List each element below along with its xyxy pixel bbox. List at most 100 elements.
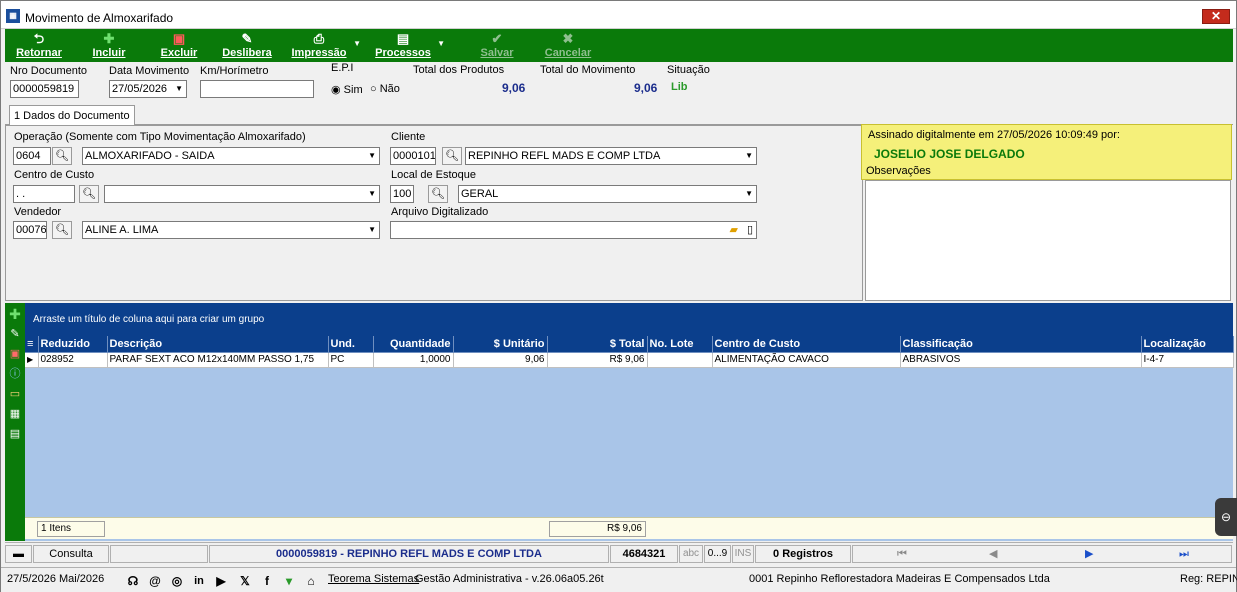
col-no-lote[interactable]: No. Lote	[647, 336, 713, 353]
cliente-search-button[interactable]: 🔍︎	[442, 147, 462, 165]
search-icon: 🔍︎	[55, 150, 69, 162]
total-movimento-value: 9,06	[634, 81, 658, 95]
salvar-button[interactable]: ✔ Salvar	[475, 29, 519, 62]
centro-custo-select[interactable]: ▼	[104, 185, 380, 203]
instagram-icon[interactable]: ◎	[169, 573, 185, 589]
cliente-select[interactable]: REPINHO REFL MADS E COMP LTDA ▼	[465, 147, 757, 165]
operacao-value: ALMOXARIFADO - SAIDA	[85, 150, 215, 162]
operacao-search-button[interactable]: 🔍︎	[52, 147, 72, 165]
status-registros: 0 Registros	[755, 545, 851, 563]
row-indicator-header[interactable]: ≡	[25, 336, 39, 353]
plus-icon: ✚	[103, 31, 115, 46]
arrow-logo-icon[interactable]: ▾	[281, 573, 297, 589]
centro-custo-search-button[interactable]: 🔍︎	[79, 185, 99, 203]
arquivo-field[interactable]: ▰ ▯	[390, 221, 757, 239]
local-estoque-search-button[interactable]: 🔍︎	[428, 185, 448, 203]
folder-icon[interactable]: ▰	[730, 222, 738, 238]
local-estoque-code-field[interactable]: 100	[390, 185, 414, 203]
centro-custo-code-field[interactable]: . .	[13, 185, 75, 203]
observacoes-field[interactable]	[865, 180, 1231, 301]
version-text: Gestão Administrativa - v.26.06a05.26t	[415, 573, 604, 585]
operacao-select[interactable]: ALMOXARIFADO - SAIDA ▼	[82, 147, 380, 165]
edit-item-icon[interactable]: ✎	[8, 327, 22, 341]
incluir-button[interactable]: ✚ Incluir	[85, 29, 133, 62]
document-panel: Operação (Somente com Tipo Movimentação …	[5, 125, 863, 301]
local-estoque-value: GERAL	[461, 188, 499, 200]
cell-reduzido[interactable]: 028952	[38, 352, 108, 368]
col-localizacao[interactable]: Localização	[1141, 336, 1234, 353]
processos-button[interactable]: ▤ Processos ▼	[373, 29, 445, 62]
email-icon[interactable]: @	[147, 573, 163, 589]
status-ins: INS	[732, 545, 754, 563]
tab-dados-documento[interactable]: 1 Dados do Documento	[9, 105, 135, 125]
col-quantidade[interactable]: Quantidade	[373, 336, 454, 353]
linkedin-icon[interactable]: in	[191, 573, 207, 589]
col-unitario[interactable]: $ Unitário	[453, 336, 548, 353]
situacao-value: Lib	[671, 81, 688, 93]
headset-icon[interactable]: ☊	[125, 573, 141, 589]
cell-total[interactable]: R$ 9,06	[547, 352, 648, 368]
arquivo-label: Arquivo Digitalizado	[391, 206, 489, 218]
cell-classificacao[interactable]: ABRASIVOS	[900, 352, 1142, 368]
document-icon[interactable]: ▯	[747, 222, 753, 238]
col-reduzido[interactable]: Reduzido	[38, 336, 108, 353]
info-icon[interactable]: ⓘ	[8, 367, 22, 381]
excluir-button[interactable]: ▣ Excluir	[155, 29, 203, 62]
data-movimento-value: 27/05/2026	[112, 83, 168, 95]
next-record-icon[interactable]: ▶	[1085, 546, 1093, 562]
epi-sim-radio[interactable]: ◉ Sim	[331, 83, 363, 96]
total-produtos-label: Total dos Produtos	[413, 64, 505, 76]
last-record-icon[interactable]: ⏭	[1179, 546, 1189, 562]
delete-item-icon[interactable]: ▣	[8, 347, 22, 361]
cell-unitario[interactable]: 9,06	[453, 352, 548, 368]
search-icon: 🔍︎	[431, 188, 445, 200]
items-grid: Arraste um título de coluna aqui para cr…	[25, 303, 1234, 541]
retornar-button[interactable]: ⮌ Retornar	[11, 29, 67, 62]
col-total[interactable]: $ Total	[547, 336, 648, 353]
cliente-code-field[interactable]: 0000101	[390, 147, 436, 165]
vendedor-value: ALINE A. LIMA	[85, 224, 159, 236]
operacao-code-field[interactable]: 0604	[13, 147, 51, 165]
side-panel-toggle[interactable]: ⊖	[1215, 498, 1237, 536]
graduation-cap-icon[interactable]: ⌂	[303, 573, 319, 589]
cell-und[interactable]: PC	[328, 352, 374, 368]
previous-record-icon[interactable]: ◀	[989, 546, 997, 562]
cell-no-lote[interactable]	[647, 352, 713, 368]
close-button[interactable]: ✕	[1202, 9, 1230, 24]
vendedor-code-field[interactable]: 00076	[13, 221, 47, 239]
table-row[interactable]: ▶ 028952 PARAF SEXT ACO M12x140MM PASSO …	[25, 352, 1234, 368]
app-icon: ▦	[6, 9, 20, 23]
impressao-button[interactable]: ⎙ Impressão ▼	[289, 29, 361, 62]
col-classificacao[interactable]: Classificação	[900, 336, 1142, 353]
cell-centro-custo[interactable]: ALIMENTAÇÃO CAVACO	[712, 352, 901, 368]
book-icon[interactable]: ▭	[8, 387, 22, 401]
col-descricao[interactable]: Descrição	[107, 336, 329, 353]
total-produtos-value: 9,06	[502, 81, 526, 95]
facebook-icon[interactable]: f	[259, 573, 275, 589]
deslibera-button[interactable]: ✎ Deslibera	[219, 29, 275, 62]
first-record-icon[interactable]: ⏮	[897, 546, 907, 562]
cell-quantidade[interactable]: 1,0000	[373, 352, 454, 368]
keyboard-icon[interactable]: ▬	[5, 545, 32, 563]
col-und[interactable]: Und.	[328, 336, 374, 353]
teorema-link[interactable]: Teorema Sistemas	[328, 573, 419, 585]
vendedor-search-button[interactable]: 🔍︎	[52, 221, 72, 239]
col-centro-custo[interactable]: Centro de Custo	[712, 336, 901, 353]
youtube-icon[interactable]: ▶	[213, 573, 229, 589]
group-by-bar[interactable]: Arraste um título de coluna aqui para cr…	[25, 303, 1233, 336]
x-icon[interactable]: 𝕏	[237, 573, 253, 589]
status-blank	[110, 545, 208, 563]
epi-nao-radio[interactable]: ○ Não	[370, 83, 400, 95]
nro-documento-field[interactable]: 0000059819	[10, 80, 79, 98]
document-search-icon[interactable]: ▤	[8, 427, 22, 441]
add-item-icon[interactable]: ✚	[8, 307, 22, 321]
local-estoque-select[interactable]: GERAL ▼	[458, 185, 757, 203]
vendedor-select[interactable]: ALINE A. LIMA ▼	[82, 221, 380, 239]
data-movimento-field[interactable]: 27/05/2026 ▼	[109, 80, 187, 98]
cell-localizacao[interactable]: I-4-7	[1141, 352, 1234, 368]
km-field[interactable]	[200, 80, 314, 98]
grid-config-icon[interactable]: ▦	[8, 407, 22, 421]
cancelar-button[interactable]: ✖ Cancelar	[541, 29, 595, 62]
cell-descricao[interactable]: PARAF SEXT ACO M12x140MM PASSO 1,75	[107, 352, 329, 368]
cancel-icon: ✖	[562, 31, 574, 46]
